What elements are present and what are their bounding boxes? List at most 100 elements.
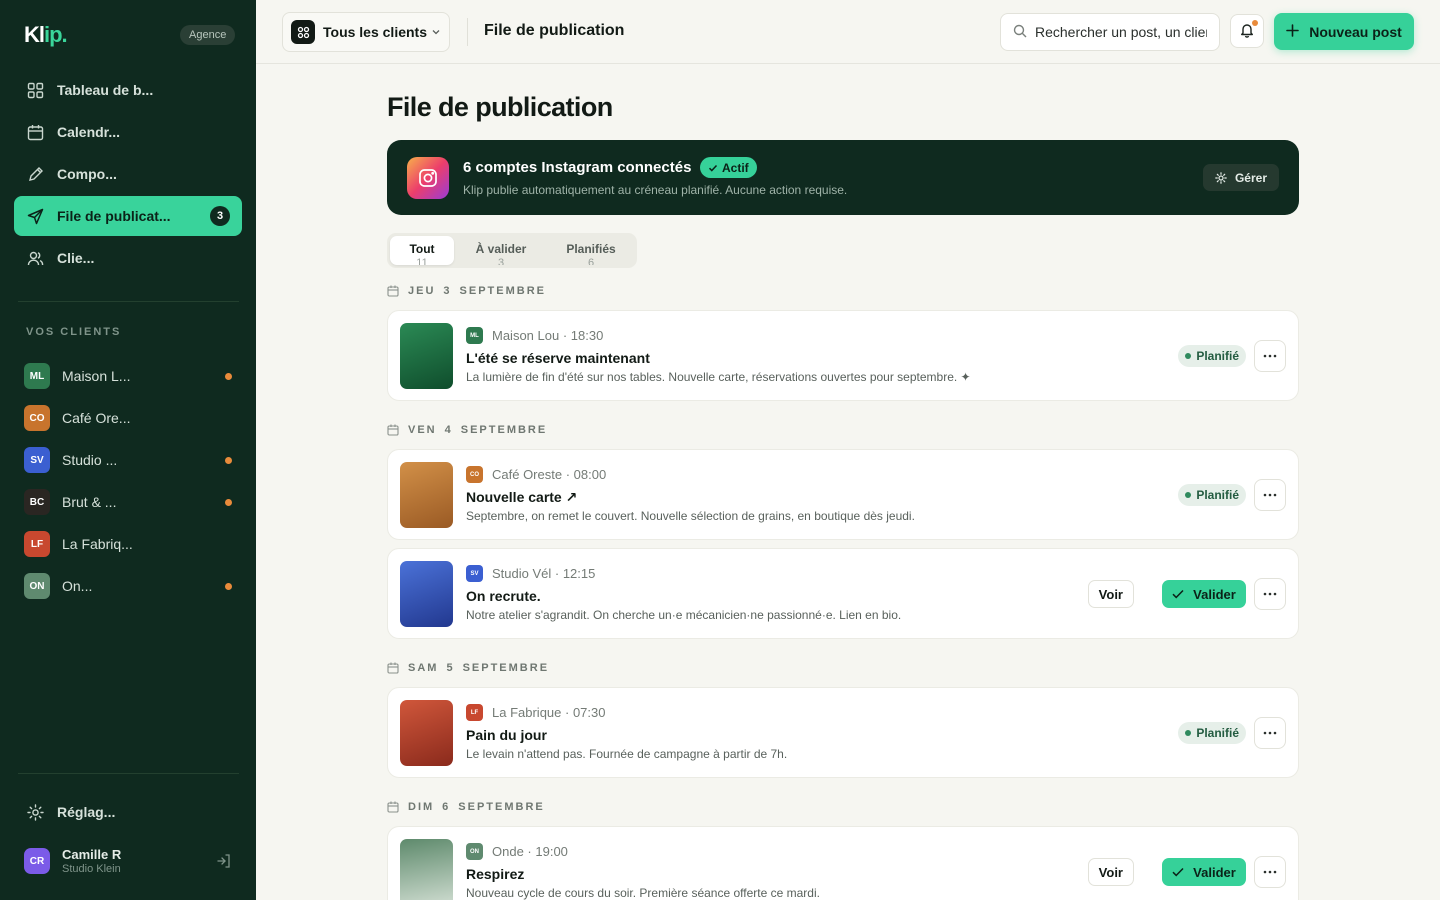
post-card[interactable]: ON Onde · 19:00 Respirez Nouveau cycle d…: [387, 826, 1299, 900]
calendar-icon: [26, 123, 44, 141]
client-item-brut[interactable]: BC Brut & ...: [14, 481, 242, 523]
client-item-la-fabrique[interactable]: LF La Fabriq...: [14, 523, 242, 565]
client-avatar: SV: [24, 447, 50, 473]
post-time: 19:00: [535, 844, 568, 859]
client-mini-avatar: ON: [466, 843, 483, 860]
logout-icon[interactable]: [216, 853, 232, 872]
client-item-onde[interactable]: ON On...: [14, 565, 242, 607]
validate-label: Valider: [1193, 864, 1236, 880]
chevron-down-icon: [431, 25, 441, 40]
tab-count: 3: [497, 257, 505, 265]
nav-item-publication-queue[interactable]: File de publicat... 3: [14, 196, 242, 236]
sidebar-divider: [18, 301, 239, 302]
settings-section: Réglag...: [14, 792, 242, 834]
client-avatar: BC: [24, 489, 50, 515]
post-card[interactable]: LF La Fabrique · 07:30 Pain du jour Le l…: [387, 687, 1299, 778]
client-item-studio-vel[interactable]: SV Studio ...: [14, 439, 242, 481]
check-icon: [708, 164, 718, 172]
day-header: SAM 5 SEPTEMBRE: [387, 662, 549, 674]
client-item-maison-lou[interactable]: ML Maison L...: [14, 355, 242, 397]
banner-title: 6 comptes Instagram connectés: [463, 159, 692, 176]
post-client: La Fabrique: [492, 705, 562, 720]
post-card[interactable]: ML Maison Lou · 18:30 L'été se réserve m…: [387, 310, 1299, 401]
new-post-label: Nouveau post: [1309, 23, 1402, 40]
post-meta: CO Café Oreste · 08:00: [466, 466, 606, 483]
tab-label: Tout: [409, 242, 435, 256]
client-avatar: LF: [24, 531, 50, 557]
connection-status-badge: Actif: [700, 157, 757, 178]
calendar-icon: [387, 801, 399, 813]
search-input[interactable]: [1035, 24, 1207, 40]
notifications-button[interactable]: [1230, 14, 1264, 48]
day-header: JEU 3 SEPTEMBRE: [387, 285, 546, 297]
post-description: Le levain n'attend pas. Fournée de campa…: [466, 747, 788, 761]
more-options-button[interactable]: [1254, 578, 1286, 610]
nav-item-compose[interactable]: Compo...: [14, 154, 242, 194]
day-month: SEPTEMBRE: [459, 285, 546, 297]
more-options-button[interactable]: [1254, 479, 1286, 511]
post-time: 08:00: [573, 467, 607, 482]
more-icon: [1263, 731, 1277, 735]
nav-item-calendar[interactable]: Calendr...: [14, 112, 242, 152]
post-meta: LF La Fabrique · 07:30: [466, 704, 606, 721]
post-thumbnail[interactable]: [400, 462, 453, 528]
post-thumbnail[interactable]: [400, 323, 453, 389]
send-icon: [26, 207, 44, 225]
calendar-icon: [387, 285, 399, 297]
post-thumbnail[interactable]: [400, 700, 453, 766]
brand-logo[interactable]: Kl ip.: [24, 22, 68, 48]
post-description: Nouveau cycle de cours du soir. Première…: [466, 886, 820, 900]
plus-icon: [1286, 23, 1300, 40]
post-thumbnail[interactable]: [400, 561, 453, 627]
nav-item-settings[interactable]: Réglag...: [14, 792, 242, 832]
status-label: Planifié: [1196, 349, 1239, 363]
topbar-divider: [467, 18, 468, 46]
client-name: Café Ore...: [62, 410, 131, 426]
page-title: File de publication: [387, 92, 613, 122]
tab-count: 11: [416, 257, 428, 265]
more-options-button[interactable]: [1254, 717, 1286, 749]
client-item-cafe-oreste[interactable]: CO Café Ore...: [14, 397, 242, 439]
topbar-title: File de publication: [484, 22, 625, 39]
validate-post-button[interactable]: Valider: [1162, 858, 1246, 886]
day-weekday: JEU: [408, 285, 436, 297]
gear-icon: [1215, 171, 1227, 184]
post-time: 18:30: [570, 328, 604, 343]
status-badge: Planifié: [1178, 722, 1246, 744]
manage-accounts-button[interactable]: Gérer: [1202, 164, 1279, 191]
more-options-button[interactable]: [1254, 340, 1286, 372]
logo-accent-text: ip.: [44, 22, 68, 47]
new-post-button[interactable]: Nouveau post: [1274, 13, 1414, 50]
client-filter-select[interactable]: Tous les clients: [282, 12, 450, 52]
check-icon: [1172, 867, 1184, 877]
tab-to-validate[interactable]: À valider 3: [454, 236, 548, 265]
client-mini-avatar: SV: [466, 565, 483, 582]
user-workspace: Studio Klein: [62, 863, 121, 875]
nav-item-clients[interactable]: Clie...: [14, 238, 242, 278]
tab-scheduled[interactable]: Planifiés 6: [548, 236, 634, 265]
view-post-button[interactable]: Voir: [1087, 858, 1134, 886]
tab-all[interactable]: Tout 11: [390, 236, 454, 265]
tab-count: 6: [587, 257, 595, 265]
post-thumbnail[interactable]: [400, 839, 453, 900]
status-dot: [1185, 353, 1192, 359]
calendar-icon: [387, 424, 399, 436]
client-name: Maison L...: [62, 368, 131, 384]
more-icon: [1263, 870, 1277, 874]
day-header: DIM 6 SEPTEMBRE: [387, 801, 545, 813]
search-box[interactable]: [1000, 13, 1220, 51]
post-card[interactable]: CO Café Oreste · 08:00 Nouvelle carte ↗ …: [387, 449, 1299, 540]
agency-badge: Agence: [180, 25, 236, 45]
view-post-button[interactable]: Voir: [1087, 580, 1134, 608]
post-card[interactable]: SV Studio Vél · 12:15 On recrute. Notre …: [387, 548, 1299, 639]
day-weekday: VEN: [408, 424, 437, 436]
user-profile[interactable]: CR Camille R Studio Klein: [24, 846, 236, 876]
user-avatar: CR: [24, 848, 50, 874]
client-activity-dot: [225, 457, 232, 464]
post-meta: SV Studio Vél · 12:15: [466, 565, 595, 582]
validate-post-button[interactable]: Valider: [1162, 580, 1246, 608]
logo-text: Kl: [24, 22, 45, 47]
main-nav: Tableau de b... Calendr... Compo... File…: [14, 70, 242, 280]
nav-item-dashboard[interactable]: Tableau de b...: [14, 70, 242, 110]
more-options-button[interactable]: [1254, 856, 1286, 888]
